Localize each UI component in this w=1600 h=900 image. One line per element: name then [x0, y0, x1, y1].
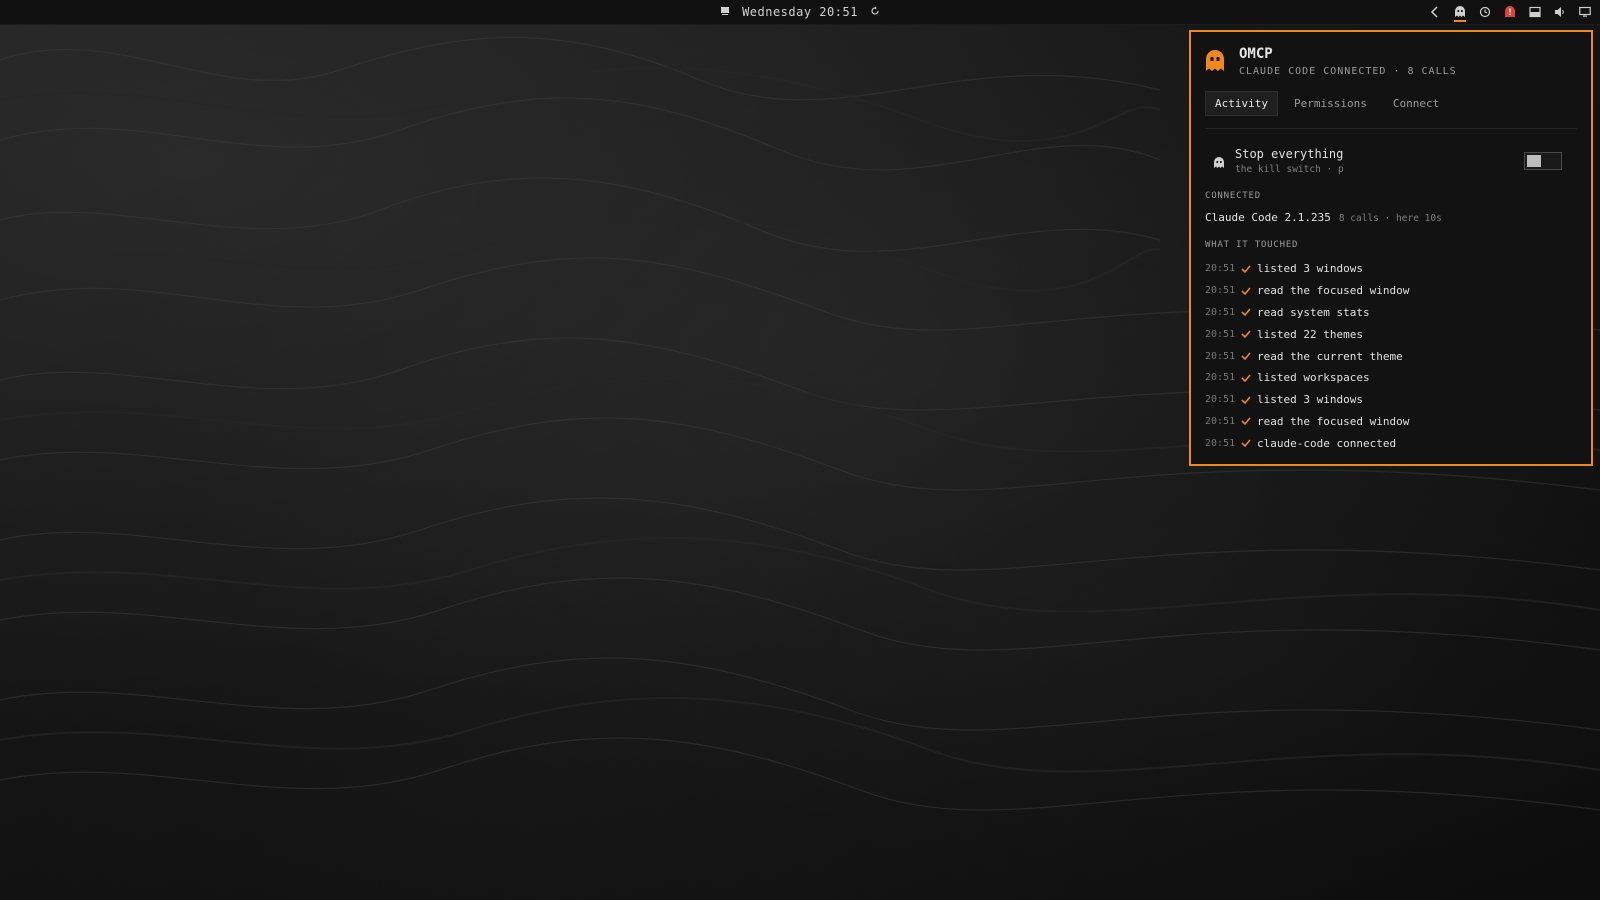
check-icon [1241, 329, 1257, 339]
kill-switch-title: Stop everything [1235, 147, 1344, 161]
system-tray [1426, 0, 1594, 24]
check-icon [1241, 264, 1257, 274]
topbar-center: Wednesday 20:51 [0, 0, 1600, 24]
log-text: read the current theme [1257, 349, 1403, 363]
log-time: 20:51 [1205, 350, 1236, 362]
check-icon [1241, 395, 1257, 405]
ghost-logo-icon [1205, 50, 1229, 74]
omcp-panel: OMCP CLAUDE CODE CONNECTED · 8 CALLS Act… [1189, 30, 1593, 466]
kill-switch-toggle[interactable] [1524, 152, 1562, 170]
client-name: Claude Code 2.1.235 [1205, 211, 1331, 224]
log-time: 20:51 [1205, 415, 1236, 427]
kill-switch-row: Stop everything the kill switch · p [1205, 147, 1577, 175]
list-item: 20:51 listed 3 windows [1205, 389, 1577, 411]
log-time: 20:51 [1205, 437, 1236, 449]
list-item: 20:51 read system stats [1205, 302, 1577, 324]
log-time: 20:51 [1205, 328, 1236, 340]
list-item: 20:51 read the current theme [1205, 345, 1577, 367]
panel-header: OMCP CLAUDE CODE CONNECTED · 8 CALLS [1205, 46, 1577, 77]
log-text: read the focused window [1257, 284, 1410, 298]
ghost-icon[interactable] [1451, 1, 1469, 23]
chevron-left-icon[interactable] [1426, 1, 1444, 23]
log-time: 20:51 [1205, 372, 1236, 384]
log-text: listed 3 windows [1257, 393, 1363, 407]
list-item: 20:51 listed 22 themes [1205, 323, 1577, 345]
connected-client: Claude Code 2.1.235 8 calls · here 10s [1205, 211, 1577, 224]
refresh-icon[interactable] [870, 5, 880, 19]
check-icon [1241, 307, 1257, 317]
tab-connect[interactable]: Connect [1383, 91, 1449, 116]
check-icon [1241, 373, 1257, 383]
toggle-knob [1527, 155, 1541, 167]
list-item: 20:51 claude-code connected [1205, 432, 1577, 454]
touched-label: WHAT IT TOUCHED [1205, 240, 1299, 250]
log-text: claude-code connected [1257, 436, 1397, 450]
check-icon [1241, 286, 1257, 296]
connected-label: CONNECTED [1205, 191, 1261, 201]
log-time: 20:51 [1205, 394, 1236, 406]
tab-permissions[interactable]: Permissions [1284, 91, 1377, 116]
list-item: 20:51 read the focused window [1205, 411, 1577, 433]
window-icon[interactable] [1526, 1, 1544, 23]
log-text: read the focused window [1257, 414, 1410, 428]
kill-switch-subtitle: the kill switch · p [1235, 164, 1344, 175]
panel-subtitle: CLAUDE CODE CONNECTED · 8 CALLS [1239, 66, 1457, 77]
top-bar: Wednesday 20:51 [0, 0, 1600, 25]
log-text: read system stats [1257, 305, 1370, 319]
log-text: listed 22 themes [1257, 327, 1363, 341]
panel-title: OMCP [1239, 46, 1273, 62]
check-icon [1241, 438, 1257, 448]
log-text: listed workspaces [1257, 371, 1370, 385]
display-icon[interactable] [1576, 1, 1594, 23]
log-text: listed 3 windows [1257, 262, 1363, 276]
log-time: 20:51 [1205, 306, 1236, 318]
panel-tabs: Activity Permissions Connect [1205, 91, 1577, 129]
volume-icon[interactable] [1551, 1, 1569, 23]
workspace-icon[interactable] [720, 5, 730, 19]
list-item: 20:51 read the focused window [1205, 280, 1577, 302]
list-item: 20:51 listed workspaces [1205, 367, 1577, 389]
history-icon[interactable] [1476, 1, 1494, 23]
activity-log: 20:51 listed 3 windows 20:51 read the fo… [1205, 258, 1577, 454]
list-item: 20:51 listed 3 windows [1205, 258, 1577, 280]
log-time: 20:51 [1205, 263, 1236, 275]
alert-icon[interactable] [1501, 1, 1519, 23]
ghost-icon [1213, 154, 1227, 168]
log-time: 20:51 [1205, 285, 1236, 297]
client-meta: 8 calls · here 10s [1338, 213, 1442, 224]
check-icon [1241, 416, 1257, 426]
clock[interactable]: Wednesday 20:51 [742, 5, 858, 19]
tab-activity[interactable]: Activity [1205, 91, 1278, 116]
check-icon [1241, 351, 1257, 361]
